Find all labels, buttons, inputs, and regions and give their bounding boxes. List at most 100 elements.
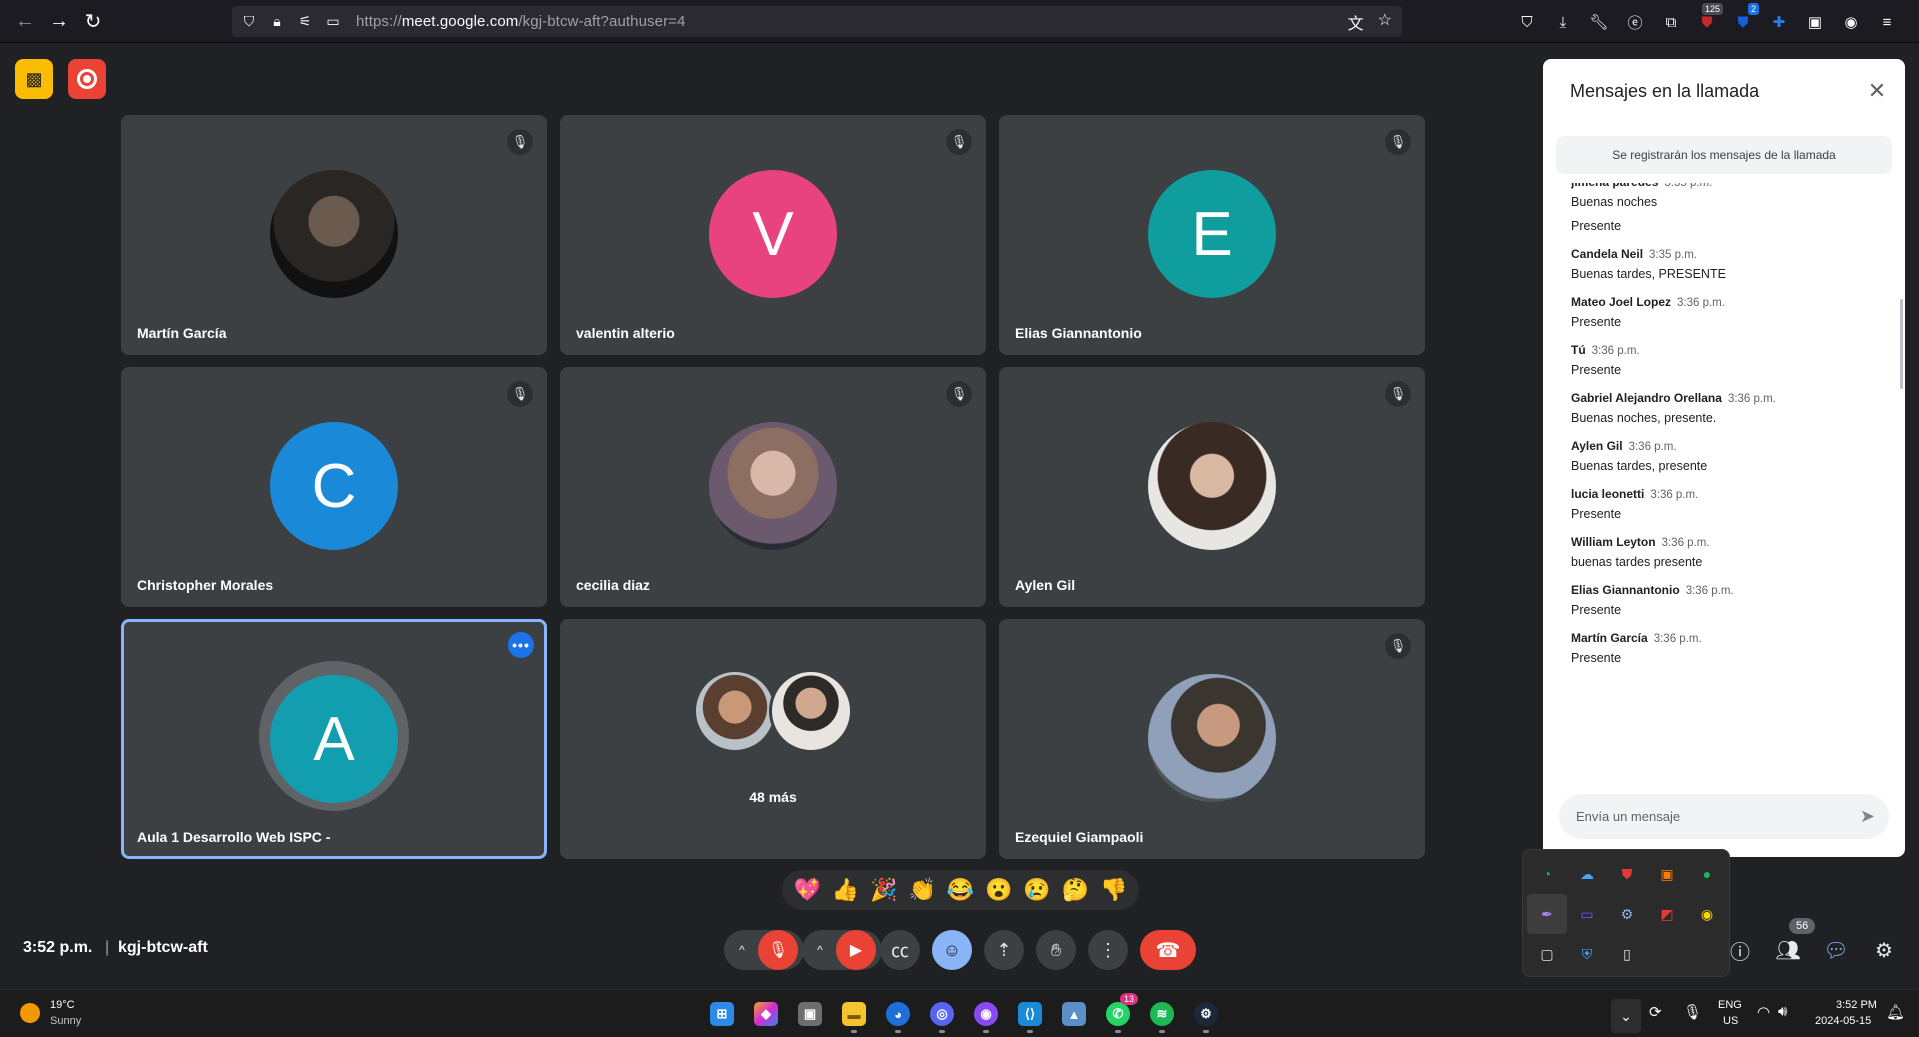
url-bar[interactable]: ⛉ 🔒︎ ⚟ ▭ https://meet.google.com/kgj-btc… <box>232 6 1402 37</box>
tray-display-icon[interactable]: ▭ <box>1567 894 1607 934</box>
file-explorer-icon[interactable]: ▬ <box>832 995 876 1033</box>
language-indicator[interactable]: ENG <box>1718 999 1742 1011</box>
mic-off-icon[interactable]: 🎙︎ <box>758 930 798 970</box>
camera-off-icon[interactable]: ▶ <box>836 930 876 970</box>
extension-e-icon[interactable]: ⓔ <box>1617 8 1653 36</box>
reaction-thinking[interactable]: 🤔 <box>1057 877 1093 903</box>
reaction-thumbs-down[interactable]: 👎 <box>1096 877 1132 903</box>
ublock-icon[interactable]: ⛊ 125 <box>1689 3 1725 36</box>
weather-sun-icon[interactable] <box>20 1003 40 1023</box>
participant-tile[interactable]: 🎙︎ C Christopher Morales <box>121 367 547 607</box>
reaction-clap[interactable]: 👏 <box>904 877 940 903</box>
recording-icon[interactable] <box>68 59 106 99</box>
vscode-icon[interactable]: ⟨⟩ <box>1008 995 1052 1033</box>
leave-call-button[interactable]: ☎ <box>1140 930 1196 970</box>
reaction-heart[interactable]: 💖 <box>789 877 825 903</box>
tray-app-icon[interactable]: ◉ <box>1687 894 1727 934</box>
steam-icon[interactable]: ⚙ <box>1184 995 1228 1033</box>
weather-description[interactable]: Sunny <box>50 1015 81 1027</box>
tray-feather-icon[interactable]: ✒ <box>1527 894 1567 934</box>
participant-tile[interactable]: 🎙︎ Ezequiel Giampaoli <box>999 619 1425 859</box>
self-tile[interactable]: ••• A Aula 1 Desarrollo Web ISPC - <box>121 619 547 859</box>
addon-blue-icon[interactable]: ✚ <box>1761 8 1797 36</box>
captions-off-icon[interactable]: ▩ <box>15 59 53 99</box>
chat-icon[interactable]: 💬︎ <box>1820 934 1852 966</box>
wifi-icon[interactable]: ◠ <box>1757 1003 1770 1021</box>
people-icon[interactable]: 👥︎ <box>1772 934 1804 966</box>
present-screen-button[interactable]: ⇡ <box>984 930 1024 970</box>
camera-off-icon[interactable]: ▭ <box>322 11 344 33</box>
microphone-icon[interactable]: 🎙︎ <box>1683 1003 1702 1021</box>
tray-onedrive-icon[interactable]: ☁ <box>1567 854 1607 894</box>
participant-tile[interactable]: 🎙︎ Aylen Gil <box>999 367 1425 607</box>
addon-mask-icon[interactable]: ◉ <box>1833 8 1869 36</box>
raise-hand-button[interactable]: ✋︎ <box>1036 930 1076 970</box>
chevron-up-icon[interactable]: ^ <box>730 943 754 957</box>
more-options-icon[interactable]: ••• <box>508 632 534 658</box>
bitwarden-icon[interactable]: ⛊ 2 <box>1725 3 1761 36</box>
photos-icon[interactable]: ▲ <box>1052 995 1096 1033</box>
tray-spotify-icon[interactable]: ● <box>1687 854 1727 894</box>
url-text[interactable]: https://meet.google.com/kgj-btcw-aft?aut… <box>356 13 685 30</box>
weather-temperature[interactable]: 19°C <box>50 999 75 1011</box>
sync-icon[interactable]: ⟳ <box>1649 1003 1662 1021</box>
forward-arrow-icon[interactable]: → <box>42 4 76 38</box>
translate-icon[interactable]: 文 <box>1348 10 1364 34</box>
clock-date[interactable]: 2024-05-15 <box>1815 1015 1871 1027</box>
back-arrow-icon[interactable]: ← <box>8 4 42 38</box>
reaction-thumbs-up[interactable]: 👍 <box>827 877 863 903</box>
tray-window-icon[interactable]: ▢ <box>1527 934 1567 974</box>
notifications-icon[interactable]: 🔔︎ <box>1886 1003 1905 1021</box>
downloads-icon[interactable]: ⤓ <box>1545 8 1581 36</box>
tray-amd-icon[interactable]: ◩ <box>1647 894 1687 934</box>
reaction-surprised[interactable]: 😮 <box>981 877 1017 903</box>
whatsapp-icon[interactable]: ✆ 13 <box>1096 993 1140 1033</box>
chat-message-input[interactable]: Envía un mensaje ➤ <box>1559 794 1889 839</box>
region-indicator[interactable]: US <box>1723 1015 1738 1027</box>
start-windows-icon[interactable]: ⊞ <box>700 995 744 1033</box>
volume-icon[interactable]: 🔊︎ <box>1778 1003 1787 1020</box>
task-view-icon[interactable]: ▣ <box>788 995 832 1033</box>
tray-app-icon[interactable]: ◔ <box>1527 854 1567 894</box>
show-hidden-icons-chevron[interactable]: ⌄ <box>1611 999 1641 1033</box>
more-participants-tile[interactable]: 48 más <box>560 619 986 859</box>
reaction-sad[interactable]: 😢 <box>1019 877 1055 903</box>
shield-icon[interactable]: ⛉ <box>238 11 260 33</box>
participant-tile[interactable]: 🎙︎ E Elias Giannantonio <box>999 115 1425 355</box>
hamburger-menu-icon[interactable]: ≡ <box>1869 8 1905 36</box>
tray-vpn-icon[interactable]: ⛊ <box>1607 854 1647 894</box>
camera-control[interactable]: ^ ▶ <box>802 930 882 970</box>
send-icon[interactable]: ➤ <box>1860 806 1875 827</box>
discord-icon[interactable]: ◎ <box>920 995 964 1033</box>
lock-icon[interactable]: 🔒︎ <box>266 11 288 33</box>
chat-scrollbar[interactable] <box>1900 299 1903 389</box>
tray-app-icon[interactable]: ▣ <box>1647 854 1687 894</box>
reaction-party[interactable]: 🎉 <box>866 877 902 903</box>
reaction-laugh[interactable]: 😂 <box>942 877 978 903</box>
firefox-icon[interactable]: ◕ <box>876 995 920 1033</box>
chat-message-list[interactable]: jimena paredes 3:35 p.m. Buenas noches Pres… <box>1571 183 1881 783</box>
reload-icon[interactable]: ↻ <box>76 4 110 38</box>
chevron-up-icon[interactable]: ^ <box>808 943 832 957</box>
participant-tile[interactable]: 🎙︎ cecilia diaz <box>560 367 986 607</box>
captions-button[interactable]: ㏄ <box>880 930 920 970</box>
pocket-icon[interactable]: ⛉ <box>1509 8 1545 36</box>
clock-time[interactable]: 3:52 PM <box>1836 999 1877 1011</box>
emoji-reactions-button[interactable]: ☺ <box>932 930 972 970</box>
participant-tile[interactable]: 🎙︎ Martín García <box>121 115 547 355</box>
tray-usb-icon[interactable]: ▯ <box>1607 934 1647 974</box>
tray-defender-icon[interactable]: ⛨ <box>1567 934 1607 974</box>
activities-icon[interactable]: ⚙ <box>1868 934 1900 966</box>
spotify-icon[interactable]: ≋ <box>1140 995 1184 1033</box>
copilot-icon[interactable]: ◆ <box>744 995 788 1033</box>
close-icon[interactable]: ✕ <box>1863 77 1891 105</box>
extensions-puzzle-icon[interactable]: ⧉ <box>1653 8 1689 36</box>
participant-tile[interactable]: 🎙︎ V valentin alterio <box>560 115 986 355</box>
tools-wrench-icon[interactable]: 🔧︎ <box>1581 8 1617 36</box>
mic-control[interactable]: ^ 🎙︎ <box>724 930 804 970</box>
more-options-button[interactable]: ⋮ <box>1088 930 1128 970</box>
tray-steam-icon[interactable]: ⚙ <box>1607 894 1647 934</box>
bookmark-star-icon[interactable]: ☆ <box>1378 10 1392 34</box>
container-icon[interactable]: ▣ <box>1797 8 1833 36</box>
permissions-icon[interactable]: ⚟ <box>294 11 316 33</box>
